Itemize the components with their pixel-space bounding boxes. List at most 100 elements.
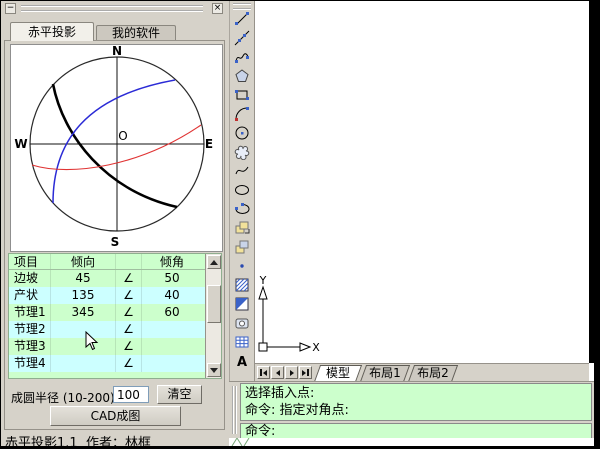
- command-history-line: 命令: 指定对角点:: [245, 402, 587, 419]
- first-arrow-icon: [263, 370, 267, 376]
- point-tool-button[interactable]: [234, 258, 251, 275]
- table-row-joint2: 节理2 ∠: [9, 321, 221, 338]
- slope-great-circle-arc: [53, 84, 177, 207]
- command-window-grip[interactable]: [232, 386, 237, 434]
- point-icon: [234, 258, 250, 274]
- dip-direction-cell[interactable]: 45: [51, 270, 116, 287]
- row-item-label: 边坡: [9, 270, 51, 287]
- circle-tool-button[interactable]: [234, 125, 251, 142]
- polyline-tool-button[interactable]: [234, 49, 251, 66]
- next-tab-button[interactable]: [285, 366, 298, 379]
- row-item-label: 产状: [9, 287, 51, 304]
- angle-icon: ∠: [116, 338, 142, 355]
- tab-layout2[interactable]: 布局2: [408, 365, 458, 382]
- minimize-icon: −: [7, 3, 15, 13]
- prev-tab-button[interactable]: [271, 366, 284, 379]
- radius-label: 成圆半径 (10-200): [11, 389, 115, 406]
- radius-input[interactable]: [113, 386, 149, 403]
- minimize-button[interactable]: −: [5, 3, 16, 14]
- gradient-tool-button[interactable]: [234, 296, 251, 313]
- rectangle-tool-button[interactable]: [234, 87, 251, 104]
- dip-angle-cell[interactable]: 50: [142, 270, 202, 287]
- mouse-cursor: [85, 331, 99, 351]
- scroll-thumb[interactable]: [207, 285, 221, 323]
- polygon-icon: [234, 68, 250, 84]
- polygon-tool-button[interactable]: [234, 68, 251, 85]
- angle-icon: ∠: [116, 270, 142, 287]
- dip-angle-cell[interactable]: [142, 321, 202, 338]
- titlebar-grip[interactable]: [21, 5, 203, 12]
- command-prompt-text: 命令:: [245, 425, 587, 438]
- tab-my-software[interactable]: 我的软件: [96, 25, 176, 41]
- make-block-tool-button[interactable]: [234, 239, 251, 256]
- angle-icon: ∠: [116, 355, 142, 372]
- last-tab-button[interactable]: [299, 366, 312, 379]
- construction-line-tool-button[interactable]: [234, 30, 251, 47]
- dip-direction-cell[interactable]: [51, 338, 116, 355]
- insert-block-tool-button[interactable]: [234, 220, 251, 237]
- scroll-down-icon: [210, 368, 218, 373]
- row-item-label: 节理4: [9, 355, 51, 372]
- line-tool-button[interactable]: [234, 11, 251, 28]
- dip-direction-cell[interactable]: 135: [51, 287, 116, 304]
- tab-model[interactable]: 模型: [314, 365, 362, 382]
- last-bar-icon: [307, 369, 309, 376]
- drawing-canvas[interactable]: Y X: [255, 1, 589, 363]
- ellipse-arc-tool-button[interactable]: [234, 201, 251, 218]
- tab-layout1[interactable]: 布局1: [360, 365, 410, 382]
- first-bar-icon: [260, 369, 262, 376]
- gradient-icon: [234, 296, 250, 312]
- row-item-label: 节理2: [9, 321, 51, 338]
- table-row-joint3: 节理3 ∠: [9, 338, 221, 355]
- header-dip-direction: 倾向: [51, 254, 116, 269]
- cad-plot-button[interactable]: CAD成图: [50, 406, 181, 426]
- region-tool-button[interactable]: [234, 315, 251, 332]
- rectangle-icon: [234, 87, 250, 103]
- scroll-down-button[interactable]: [207, 363, 221, 377]
- prev-arrow-icon: [276, 370, 280, 376]
- command-history[interactable]: 选择插入点: 命令: 指定对角点:: [240, 383, 592, 421]
- arc-icon: [234, 106, 250, 122]
- dip-direction-cell[interactable]: 345: [51, 304, 116, 321]
- dip-direction-cell[interactable]: [51, 355, 116, 372]
- table-icon: [234, 334, 250, 350]
- make-block-icon: [234, 239, 250, 255]
- dip-angle-cell[interactable]: 40: [142, 287, 202, 304]
- dip-angle-cell[interactable]: [142, 355, 202, 372]
- dip-direction-cell[interactable]: [51, 321, 116, 338]
- table-scrollbar[interactable]: [205, 254, 221, 378]
- spline-icon: [234, 163, 250, 179]
- dip-angle-cell[interactable]: 60: [142, 304, 202, 321]
- hatch-tool-button[interactable]: [234, 277, 251, 294]
- header-dip-angle: 倾角: [142, 254, 202, 269]
- scroll-up-button[interactable]: [207, 255, 221, 269]
- next-arrow-icon: [290, 370, 294, 376]
- attitude-table: 项目 倾向 倾角 边坡 45 ∠ 50 产状 135 ∠ 40 节理1 345 …: [8, 253, 222, 379]
- tab-stereographic-projection[interactable]: 赤平投影: [10, 22, 94, 41]
- table-header-row: 项目 倾向 倾角: [9, 254, 221, 270]
- clear-button[interactable]: 清空: [157, 385, 202, 404]
- table-tool-button[interactable]: [234, 334, 251, 351]
- command-prompt-line[interactable]: 命令:: [240, 423, 592, 439]
- first-tab-button[interactable]: [257, 366, 270, 379]
- north-label: N: [112, 45, 122, 58]
- ucs-icon: Y X: [252, 273, 322, 355]
- construction-line-icon: [234, 30, 250, 46]
- ellipse-tool-button[interactable]: [234, 182, 251, 199]
- stereonet-svg: N S W E O: [11, 45, 222, 251]
- multiline-text-tool-button[interactable]: A: [234, 353, 251, 370]
- stereonet-plot: N S W E O: [10, 44, 223, 252]
- toolbar-grip[interactable]: [233, 3, 251, 10]
- spline-tool-button[interactable]: [234, 163, 251, 180]
- dip-angle-cell[interactable]: [142, 338, 202, 355]
- arc-tool-button[interactable]: [234, 106, 251, 123]
- revision-cloud-tool-button[interactable]: [234, 144, 251, 161]
- table-row-attitude: 产状 135 ∠ 40: [9, 287, 221, 304]
- close-button[interactable]: ×: [212, 3, 223, 14]
- west-label: W: [14, 137, 27, 151]
- circle-icon: [234, 125, 250, 141]
- panel-titlebar[interactable]: − ×: [3, 3, 225, 15]
- line-icon: [234, 11, 250, 27]
- revision-cloud-icon: [234, 144, 250, 160]
- header-angle-spacer: [116, 254, 142, 269]
